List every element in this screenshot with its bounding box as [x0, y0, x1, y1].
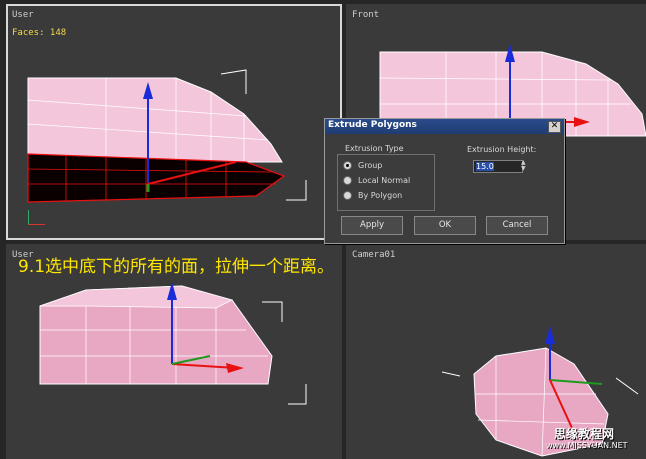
- radio-icon: [343, 176, 352, 185]
- watermark-url: www.MISSYUAN.NET: [546, 441, 628, 450]
- radio-by-polygon[interactable]: By Polygon: [343, 191, 402, 200]
- radio-group[interactable]: Group: [343, 161, 382, 170]
- max-workspace: { "viewports": { "top_left": {"label": "…: [0, 0, 646, 459]
- radio-selected-icon: [343, 161, 352, 170]
- cancel-button[interactable]: Cancel: [486, 216, 548, 235]
- mesh-scene-top-left: [27, 69, 307, 203]
- radio-local-normal[interactable]: Local Normal: [343, 176, 410, 185]
- watermark-title: 思缘教程网: [554, 427, 615, 441]
- radio-label: By Polygon: [358, 191, 403, 200]
- axis-tripod-icon: [28, 210, 45, 225]
- radio-label: Group: [358, 161, 383, 170]
- viewport-label[interactable]: Front: [352, 10, 379, 20]
- radio-label: Local Normal: [358, 176, 411, 185]
- extrusion-type-label: Extrusion Type: [343, 144, 406, 153]
- viewport-user-top-left[interactable]: User Faces: 148: [6, 4, 342, 240]
- extrude-polygons-dialog: Extrude Polygons ✕ Extrusion Type Group …: [324, 118, 565, 244]
- spinner-arrows-icon[interactable]: ▲ ▼: [521, 160, 528, 173]
- extrusion-height-input[interactable]: 15.0: [473, 160, 523, 173]
- dialog-title: Extrude Polygons: [328, 120, 417, 130]
- extrusion-height-value: 15.0: [476, 162, 494, 171]
- radio-icon: [343, 191, 352, 200]
- viewport-label[interactable]: User: [12, 10, 34, 20]
- close-icon[interactable]: ✕: [548, 121, 561, 133]
- ok-button[interactable]: OK: [414, 216, 476, 235]
- viewport-label[interactable]: Camera01: [352, 250, 395, 260]
- tutorial-caption: 9.1选中底下的所有的面，拉伸一个距离。: [18, 257, 335, 277]
- extrusion-height-label: Extrusion Height:: [467, 145, 537, 154]
- face-count: Faces: 148: [12, 28, 67, 38]
- apply-button[interactable]: Apply: [341, 216, 403, 235]
- dialog-title-bar[interactable]: Extrude Polygons ✕: [325, 119, 564, 134]
